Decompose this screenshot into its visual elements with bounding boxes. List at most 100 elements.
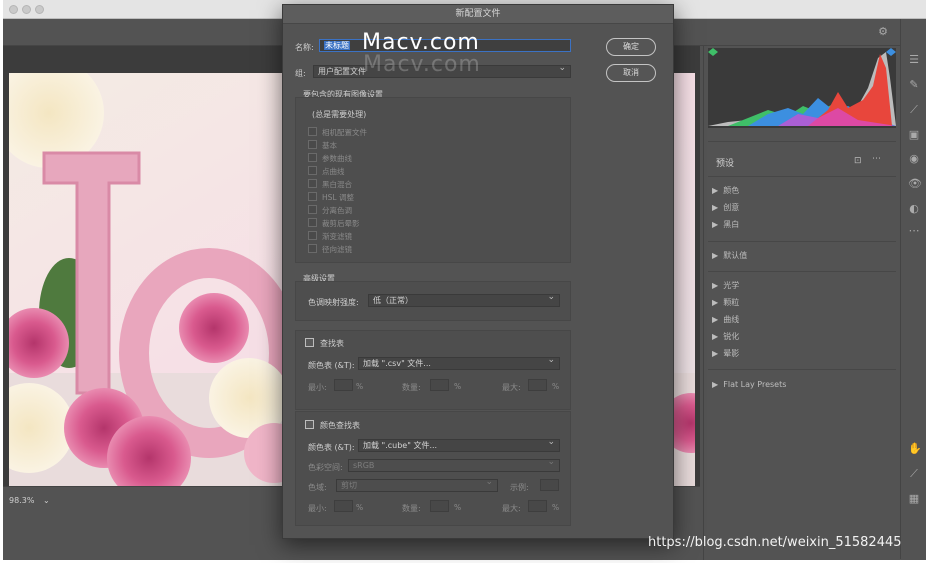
checkbox-label: 分离色调 [322, 206, 352, 215]
dialog-title: 新配置文件 [283, 5, 673, 24]
checkbox-label: HSL 调整 [322, 193, 354, 202]
checkbox[interactable] [308, 153, 317, 162]
brush-icon[interactable]: ✎ [908, 79, 920, 91]
advanced-group: 色调映射强度: 低（正常） [295, 281, 571, 321]
preset-item[interactable]: ▶ 颜色 [712, 182, 892, 199]
color-space-select[interactable]: sRGB [348, 457, 560, 472]
zoom-window-button[interactable] [35, 5, 44, 14]
checkbox[interactable] [308, 192, 317, 201]
gradient-icon[interactable]: ▣ [908, 129, 920, 141]
checkbox-label: 基本 [322, 141, 337, 150]
preset-item[interactable]: ▶ 曲线 [712, 311, 892, 328]
presets-title: 预设 [716, 159, 735, 169]
preset-item[interactable]: ▶ 锐化 [712, 328, 892, 345]
more-icon[interactable]: ⋯ [872, 154, 881, 164]
checkbox-label: 黑白混合 [322, 180, 352, 189]
gamut-label: 色域: [308, 483, 327, 492]
percent-sign: % [454, 382, 462, 391]
new-profile-dialog: 新配置文件 名称: 未标题 组: 用户配置文件 确定 取消 要包含的现有图像设置… [282, 4, 674, 539]
clut-file-select[interactable]: 加载 ".cube" 文件... [358, 437, 560, 452]
close-window-button[interactable] [9, 5, 18, 14]
sliders-icon[interactable]: ☰ [908, 54, 920, 66]
ok-button[interactable]: 确定 [606, 38, 656, 56]
checkbox[interactable] [308, 179, 317, 188]
color-table-label: 颜色表 (&T): [308, 361, 355, 370]
red-eye-icon[interactable]: 👁 [908, 178, 922, 190]
watermark-ghost: Macv.com [363, 52, 481, 77]
preset-group-3: ▶ 光学 ▶ 颗粒 ▶ 曲线 ▶ 锐化 ▶ 晕影 [712, 277, 892, 362]
tone-mapping-label: 色调映射强度: [308, 298, 359, 307]
percent-sign: % [552, 503, 560, 512]
more-tools-icon[interactable]: ⋯ [908, 225, 920, 237]
color-space-label: 色彩空间: [308, 463, 343, 472]
checkbox[interactable] [308, 140, 317, 149]
checkbox[interactable] [308, 244, 317, 253]
max-input[interactable] [528, 500, 547, 512]
percent-sign: % [356, 503, 364, 512]
count-input[interactable] [430, 500, 449, 512]
zoom-level[interactable]: 98.3% [9, 496, 34, 505]
clut-heading: 颜色查找表 [320, 421, 360, 430]
new-preset-icon[interactable]: ⊡ [854, 156, 862, 166]
lookup-table-group: 查找表 颜色表 (&T): 加载 ".csv" 文件... 最小: % 数量: … [295, 330, 571, 410]
preset-group-2: ▶ 默认值 [712, 247, 892, 264]
max-label: 最大: [502, 383, 521, 392]
lookup-file-select[interactable]: 加载 ".csv" 文件... [358, 355, 560, 370]
gamut-select[interactable]: 剪切 [336, 477, 498, 492]
grid-icon[interactable]: ▦ [908, 493, 920, 505]
zoom-dropdown-icon[interactable]: ⌄ [43, 496, 50, 505]
preset-item[interactable]: ▶ 颗粒 [712, 294, 892, 311]
presets-icon[interactable]: ◐ [908, 203, 920, 215]
color-table-label: 颜色表 (&T): [308, 443, 355, 452]
max-input[interactable] [528, 379, 547, 391]
checkbox-label: 参数曲线 [322, 154, 352, 163]
tone-mapping-select[interactable]: 低（正常） [368, 292, 560, 307]
checkbox[interactable] [308, 166, 317, 175]
preset-item[interactable]: ▶ 光学 [712, 277, 892, 294]
preset-item[interactable]: ▶ 默认值 [712, 247, 892, 264]
minimize-window-button[interactable] [22, 5, 31, 14]
source-credit: https://blog.csdn.net/weixin_51582445 [648, 535, 902, 550]
name-value: 未标题 [324, 41, 350, 50]
checkbox[interactable] [308, 231, 317, 240]
clut-checkbox[interactable] [305, 420, 314, 429]
right-toolbar: ☰ ✎ ⟋ ▣ ◉ 👁 ◐ ⋯ ✋ ⟋ ▦ [900, 19, 926, 559]
preset-group-1: ▶ 颜色 ▶ 创意 ▶ 黑白 [712, 182, 892, 233]
clut-group: 颜色查找表 颜色表 (&T): 加载 ".cube" 文件... 色彩空间: s… [295, 411, 571, 526]
checkbox-label: 点曲线 [322, 167, 345, 176]
count-label: 数量: [402, 383, 421, 392]
pen-icon[interactable]: ⟋ [908, 104, 920, 116]
checkbox-label: 裁剪后晕影 [322, 219, 360, 228]
preset-group-4: ▶ Flat Lay Presets [712, 376, 892, 393]
checkbox[interactable] [308, 218, 317, 227]
sample-label: 示例: [510, 483, 529, 492]
preset-item[interactable]: ▶ Flat Lay Presets [712, 376, 892, 393]
radial-icon[interactable]: ◉ [908, 153, 920, 165]
percent-sign: % [552, 382, 560, 391]
count-label: 数量: [402, 504, 421, 513]
gear-icon[interactable]: ⚙ [877, 26, 889, 38]
min-label: 最小: [308, 504, 327, 513]
always-processed-note: (总是需要处理) [312, 110, 367, 119]
checkbox[interactable] [308, 205, 317, 214]
preset-item[interactable]: ▶ 创意 [712, 199, 892, 216]
hand-icon[interactable]: ✋ [908, 443, 922, 455]
percent-sign: % [356, 382, 364, 391]
checkbox-label: 径向滤镜 [322, 245, 352, 254]
preset-item[interactable]: ▶ 黑白 [712, 216, 892, 233]
existing-settings-group: (总是需要处理) 相机配置文件 基本 参数曲线 点曲线 黑白混合 HSL 调整 … [295, 97, 571, 263]
min-input[interactable] [334, 500, 353, 512]
cancel-button[interactable]: 取消 [606, 64, 656, 82]
checkbox[interactable] [308, 127, 317, 136]
eyedropper-icon[interactable]: ⟋ [908, 468, 920, 480]
group-label: 组: [295, 69, 306, 78]
sample-input[interactable] [540, 479, 559, 491]
preset-item[interactable]: ▶ 晕影 [712, 345, 892, 362]
count-input[interactable] [430, 379, 449, 391]
checkbox-label: 相机配置文件 [322, 128, 367, 137]
min-input[interactable] [334, 379, 353, 391]
right-panel: 预设 ⊡ ⋯ ▶ 颜色 ▶ 创意 ▶ 黑白 ▶ 默认值 ▶ 光学 ▶ 颗粒 ▶ … [703, 46, 899, 560]
lookup-table-checkbox[interactable] [305, 338, 314, 347]
percent-sign: % [454, 503, 462, 512]
checkbox-label: 渐变滤镜 [322, 232, 352, 241]
